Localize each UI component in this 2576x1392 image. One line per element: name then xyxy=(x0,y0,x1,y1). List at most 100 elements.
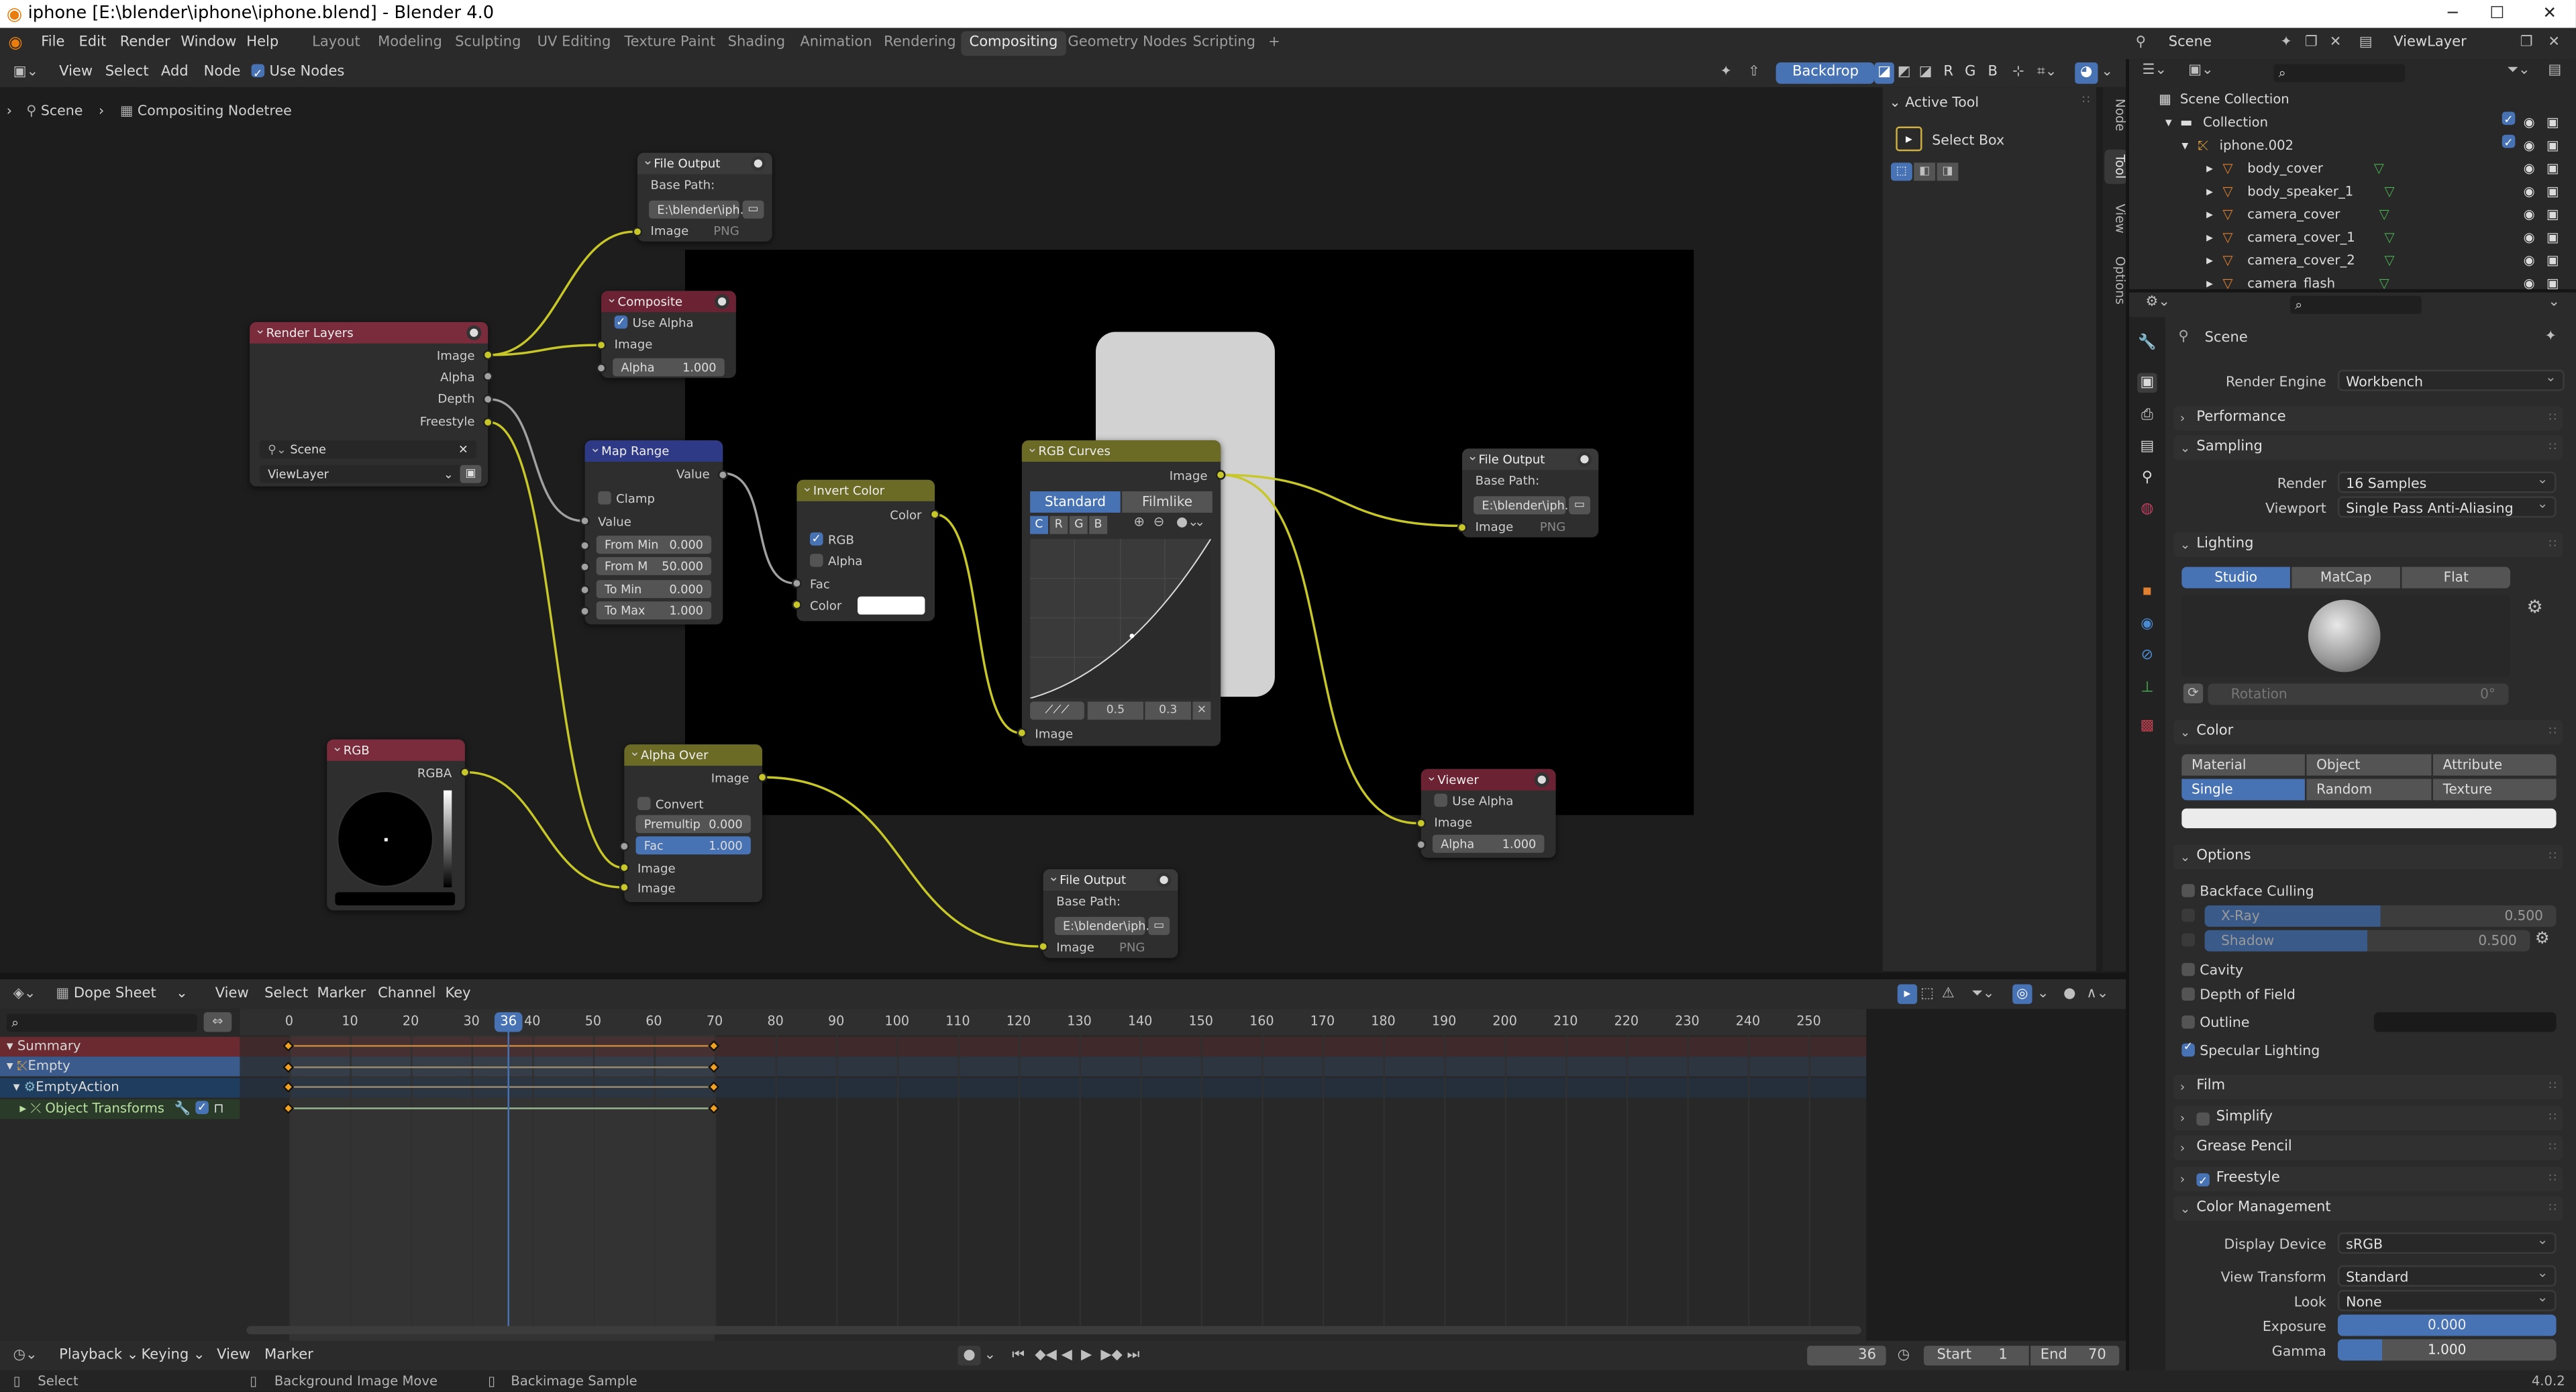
socket-freestyle-out[interactable] xyxy=(482,417,493,428)
folder-icon[interactable]: ▭ xyxy=(1569,496,1590,515)
select-mode-subtract-icon[interactable]: ◨ xyxy=(1937,162,1959,181)
outliner-editor-icon[interactable]: ☰⌄ xyxy=(2143,62,2167,79)
socket-value-in[interactable] xyxy=(580,515,590,526)
channel-empty[interactable]: ▾ ⤪Empty xyxy=(0,1056,240,1077)
ds-menu-marker[interactable]: Marker xyxy=(317,979,366,1009)
scene-selector[interactable]: Scene xyxy=(2169,28,2212,60)
scene-field[interactable]: ⚲⌄ Scene ✕ xyxy=(259,440,477,459)
interpolation-icon[interactable]: ∧⌄ xyxy=(2086,979,2108,1009)
eye-icon[interactable]: ◉ xyxy=(2524,181,2535,203)
socket-image-out[interactable] xyxy=(1215,470,1226,480)
display-device-dropdown[interactable]: sRGB xyxy=(2337,1229,2557,1254)
socket-depth-out[interactable] xyxy=(482,394,493,405)
tab-options[interactable]: Options xyxy=(2104,252,2128,309)
specular-lighting-checkbox[interactable]: Specular Lighting xyxy=(2181,1040,2320,1058)
rotation-field[interactable]: Rotation 0° xyxy=(2208,683,2509,705)
socket-image-out[interactable] xyxy=(757,772,768,783)
node-viewer[interactable]: Viewer Use Alpha Image Alpha1.000 xyxy=(1416,766,1556,858)
clamp-checkbox[interactable]: Clamp xyxy=(585,488,723,509)
select-box-icon[interactable]: ▸ xyxy=(1896,126,1922,152)
node-map-range[interactable]: Map Range Value Clamp Value From Min0.00… xyxy=(580,437,728,625)
dopesheet-mode-dropdown[interactable]: ▦ Dope Sheet ⌄ xyxy=(56,979,188,1009)
maximize-button[interactable]: ☐ xyxy=(2477,0,2517,28)
camera-icon[interactable]: ▣ xyxy=(2546,250,2559,272)
zoom-out-icon[interactable]: ⊖ xyxy=(1153,514,1164,529)
socket-alpha-out[interactable] xyxy=(482,371,493,382)
drag-handle-icon[interactable]: ∷ xyxy=(2082,94,2090,107)
exclude-checkbox[interactable] xyxy=(2502,132,2516,154)
outline-checkbox[interactable]: Outline xyxy=(2181,1014,2249,1030)
lighting-matcap[interactable]: MatCap xyxy=(2291,566,2400,589)
socket-from-min-in[interactable] xyxy=(580,540,590,551)
outline-color-swatch[interactable] xyxy=(2373,1012,2557,1032)
view-layer-icon[interactable]: ▤ xyxy=(2359,28,2373,60)
menu-keying[interactable]: Keying ⌄ xyxy=(142,1341,205,1371)
outliner-iphone[interactable]: ▾⤪iphone.002◉▣ xyxy=(2129,132,2576,158)
node-file-output-1[interactable]: File Output Base Path: E:\blender\iph...… xyxy=(632,150,772,242)
play-reverse-icon[interactable]: ◀ xyxy=(1062,1341,1072,1371)
section-options[interactable]: ⌄ Options ∷ xyxy=(2173,844,2563,870)
socket-image-in[interactable] xyxy=(632,226,643,237)
mode-filmlike[interactable]: Filmlike xyxy=(1122,491,1213,513)
socket-image-in[interactable] xyxy=(596,340,607,350)
tool-tab-icon[interactable]: 🔧 xyxy=(2137,334,2157,353)
shadow-settings-icon[interactable]: ⚙ xyxy=(2535,930,2550,948)
point-handle-icons[interactable]: ⟋⟋⟋ xyxy=(1030,701,1084,720)
camera-icon[interactable]: ▣ xyxy=(2546,111,2559,134)
ds-menu-channel[interactable]: Channel xyxy=(378,979,435,1009)
clock-icon[interactable]: ◷ xyxy=(1898,1341,1910,1371)
convert-premultiplied-checkbox[interactable]: Convert Premulti... xyxy=(624,794,762,833)
folder-icon[interactable]: ▭ xyxy=(742,200,764,219)
point-y-field[interactable]: 0.3 xyxy=(1145,701,1192,720)
render-engine-dropdown[interactable]: Workbench xyxy=(2337,366,2565,391)
socket-value-out[interactable] xyxy=(717,470,728,480)
from-min-field[interactable]: From Min 0.000 xyxy=(596,536,712,554)
socket-fac-in[interactable] xyxy=(792,578,802,589)
node-invert-color[interactable]: Invert Color Color RGB Alpha Fac Color xyxy=(792,477,940,622)
eye-icon[interactable]: ◉ xyxy=(2524,111,2535,134)
outliner-search[interactable]: ⌕ xyxy=(2273,64,2406,83)
eye-icon[interactable]: ◉ xyxy=(2524,250,2535,272)
record-options-icon[interactable]: ⌄ xyxy=(984,1341,996,1371)
select-mode-new-icon[interactable]: ⬚ xyxy=(1890,162,1912,181)
only-selected-icon[interactable]: ▸ xyxy=(1897,984,1918,1004)
scene-tab-icon[interactable]: ⚲ xyxy=(2137,468,2157,488)
shadow-slider[interactable]: Shadow 0.500 xyxy=(2204,930,2530,952)
point-x-field[interactable]: 0.5 xyxy=(1087,701,1144,720)
section-simplify[interactable]: › Simplify ∷ xyxy=(2173,1105,2563,1131)
node-preview-icon[interactable] xyxy=(715,294,730,309)
alpha-checkbox[interactable]: Alpha xyxy=(796,550,935,572)
constraints-tab-icon[interactable]: ⊘ xyxy=(2137,646,2157,665)
eye-icon[interactable]: ◉ xyxy=(2524,158,2535,181)
socket-image-in[interactable] xyxy=(1038,941,1049,952)
curve-options-icon[interactable]: ⌄ xyxy=(1194,514,1205,529)
socket-image-in[interactable] xyxy=(1416,818,1427,828)
from-max-field[interactable]: From M 50.000 xyxy=(596,556,712,575)
value-slider[interactable] xyxy=(444,790,452,888)
socket-image2-in[interactable] xyxy=(619,882,629,893)
section-color[interactable]: ⌄ Color ∷ xyxy=(2173,719,2563,745)
minimize-button[interactable]: ─ xyxy=(2433,0,2473,28)
base-path-field[interactable]: E:\blender\iph... xyxy=(649,200,752,219)
channel-r[interactable]: R xyxy=(1049,515,1068,534)
render-samples-dropdown[interactable]: 16 Samples xyxy=(2337,468,2557,493)
view-transform-dropdown[interactable]: Standard xyxy=(2337,1262,2557,1287)
node-rgb[interactable]: RGB RGBA xyxy=(327,736,470,911)
channel-object-transforms[interactable]: ▸ ⤫ Object Transforms🔧⊓ xyxy=(0,1097,240,1120)
eye-icon[interactable]: ◉ xyxy=(2524,227,2535,250)
look-dropdown[interactable]: None xyxy=(2337,1287,2557,1311)
node-file-output-2[interactable]: File Output Base Path: E:\blender\iph...… xyxy=(1457,445,1599,538)
section-sampling[interactable]: ⌄ Sampling ∷ xyxy=(2173,435,2563,460)
jump-end-icon[interactable]: ⏭ xyxy=(1127,1341,1140,1371)
eye-icon[interactable]: ◉ xyxy=(2524,204,2535,227)
mode-standard[interactable]: Standard xyxy=(1030,491,1121,513)
ds-menu-view[interactable]: View xyxy=(215,979,249,1009)
lock-icon[interactable]: ⊓ xyxy=(213,1101,223,1115)
output-tab-icon[interactable]: ⎙ xyxy=(2137,406,2157,426)
cavity-checkbox[interactable]: Cavity xyxy=(2181,961,2243,978)
alpha-field[interactable]: Alpha 1.000 xyxy=(613,358,725,377)
section-film[interactable]: › Film ∷ xyxy=(2173,1075,2563,1099)
active-tool-header[interactable]: ⌄ Active Tool xyxy=(1890,94,1979,110)
color-swatch[interactable] xyxy=(858,596,925,615)
physics-tab-icon[interactable]: ◉ xyxy=(2137,615,2157,634)
